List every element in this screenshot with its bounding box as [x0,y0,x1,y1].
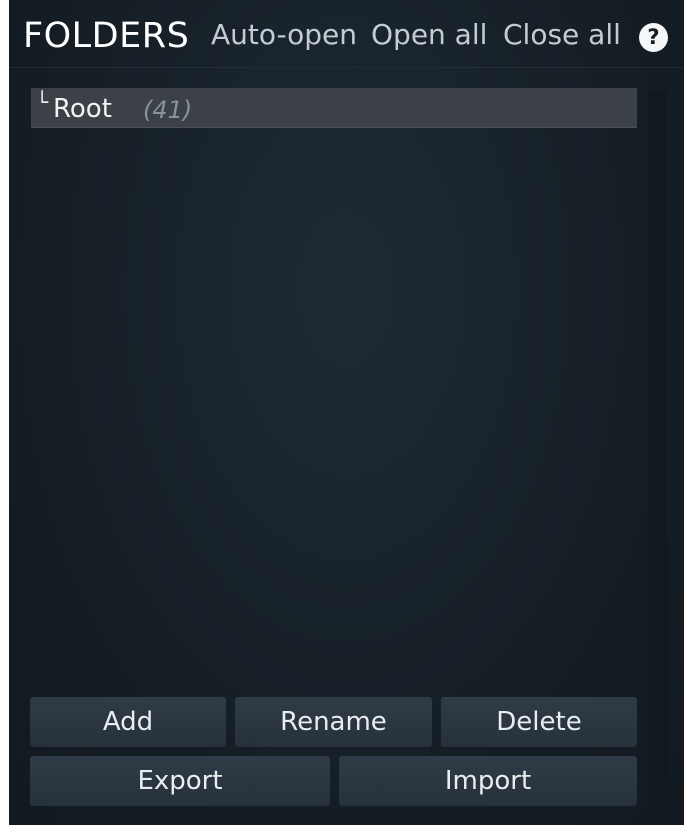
tree-branch-icon: └ [36,90,49,114]
tree-item-label: Root [53,94,112,124]
help-icon[interactable]: ? [639,23,668,52]
tree-item-count: (41) [143,96,193,124]
panel-title: FOLDERS [23,16,190,56]
export-button[interactable]: Export [30,756,330,806]
panel-header: FOLDERS Auto-open Open all Close all ? [9,0,684,68]
open-all-button[interactable]: Open all [371,18,487,52]
delete-button[interactable]: Delete [441,697,637,747]
rename-button[interactable]: Rename [235,697,432,747]
add-button[interactable]: Add [30,697,226,747]
auto-open-button[interactable]: Auto-open [211,18,357,52]
tree-scrollbar[interactable] [648,91,667,804]
tree-item-root[interactable]: └ Root (41) [31,88,637,128]
import-button[interactable]: Import [339,756,637,806]
folders-panel: FOLDERS Auto-open Open all Close all ? └… [9,0,684,825]
close-all-button[interactable]: Close all [503,18,621,52]
